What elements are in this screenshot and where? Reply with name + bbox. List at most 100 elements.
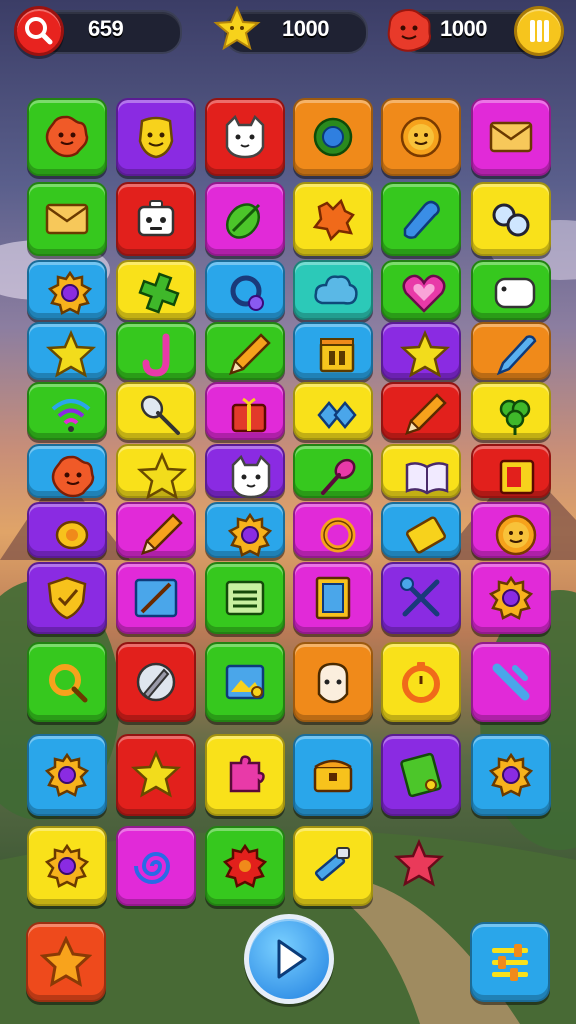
gear-icon (44, 752, 90, 797)
game-tile[interactable] (205, 734, 285, 816)
game-tile[interactable] (293, 444, 373, 498)
game-tile[interactable] (27, 734, 107, 816)
leaf-brush-icon (225, 203, 261, 239)
game-tile[interactable] (471, 444, 551, 498)
game-tile[interactable] (381, 642, 461, 722)
pen-nib-icon (136, 662, 176, 702)
game-tile[interactable] (293, 98, 373, 176)
game-tile[interactable] (471, 322, 551, 380)
game-tile[interactable] (27, 182, 107, 256)
card-icon (499, 459, 535, 495)
game-tile[interactable] (471, 98, 551, 176)
game-tile[interactable] (205, 444, 285, 499)
game-tile[interactable] (27, 382, 107, 440)
game-tile[interactable] (471, 734, 551, 816)
game-tile[interactable] (293, 260, 373, 320)
robot-face-icon (137, 200, 175, 237)
pink-star-icon (393, 838, 445, 887)
blue-wrench-icon (403, 200, 440, 239)
game-tile[interactable] (205, 260, 285, 320)
blue-gems-icon (317, 401, 357, 429)
note-icon (400, 752, 442, 798)
play-icon (277, 939, 307, 979)
gear-icon (44, 843, 90, 888)
game-tile[interactable] (293, 502, 373, 558)
game-tile[interactable] (116, 642, 196, 722)
magnifier-icon (230, 275, 264, 311)
star-booster-button[interactable] (26, 922, 106, 1002)
play-button[interactable] (244, 914, 334, 1004)
game-tile[interactable] (205, 382, 285, 440)
rings-icon (492, 203, 530, 237)
game-tile[interactable] (381, 322, 461, 380)
game-tile[interactable] (471, 502, 551, 558)
game-tile[interactable] (116, 98, 196, 176)
game-tile[interactable] (27, 98, 107, 176)
game-tile[interactable] (293, 562, 373, 634)
cloud-icon (314, 275, 358, 305)
game-tile[interactable] (205, 98, 285, 176)
game-tile[interactable] (205, 502, 285, 558)
game-tile[interactable] (116, 444, 196, 500)
game-tile[interactable] (293, 322, 373, 380)
game-tile[interactable] (27, 562, 107, 634)
gear-icon (227, 512, 273, 557)
game-tile[interactable] (293, 382, 373, 440)
search-count: 659 (88, 16, 124, 41)
shield-check-icon (47, 576, 87, 620)
game-tile[interactable] (205, 826, 285, 906)
game-tile[interactable] (116, 182, 196, 256)
game-tile[interactable] (471, 260, 551, 320)
ghost-face-icon (317, 662, 349, 704)
game-tile[interactable] (381, 382, 461, 440)
game-tile[interactable] (205, 562, 285, 634)
game-tile[interactable] (293, 734, 373, 816)
envelope-icon (489, 121, 533, 153)
game-tile[interactable] (116, 322, 196, 380)
game-tile[interactable] (27, 502, 107, 558)
game-tile[interactable] (27, 322, 107, 380)
chest-icon (313, 759, 353, 793)
gear-icon (488, 575, 534, 620)
game-tile[interactable] (116, 260, 196, 320)
game-tile[interactable] (293, 826, 373, 906)
sheep-icon (494, 277, 536, 309)
game-tile[interactable] (116, 826, 196, 906)
game-tile[interactable] (381, 734, 461, 816)
game-tile[interactable] (381, 98, 461, 176)
top-hud: 659 1000 1000 (0, 0, 576, 64)
settings-sliders-button[interactable] (470, 922, 550, 1002)
hammer-icon (314, 847, 350, 882)
pause-button[interactable] (514, 6, 564, 56)
game-tile[interactable] (381, 260, 461, 320)
game-tile[interactable] (471, 642, 551, 722)
game-tile[interactable] (381, 562, 461, 634)
flower-blob-icon (51, 455, 95, 498)
game-tile[interactable] (381, 502, 461, 558)
game-tile[interactable] (205, 322, 285, 380)
game-tile[interactable] (381, 444, 461, 498)
game-tile[interactable] (116, 382, 196, 440)
sun-face-icon (495, 514, 537, 556)
game-tile[interactable] (205, 642, 285, 722)
game-tile[interactable] (381, 826, 461, 906)
game-tile[interactable] (27, 826, 107, 906)
heart-icon (402, 274, 446, 313)
game-tile[interactable] (116, 734, 196, 816)
game-tile[interactable] (27, 642, 107, 722)
game-tile[interactable] (27, 444, 107, 498)
game-tile[interactable] (471, 562, 551, 634)
game-tile[interactable] (27, 260, 107, 320)
game-tile[interactable] (205, 182, 285, 256)
book-icon (405, 462, 449, 495)
game-tile[interactable] (293, 642, 373, 722)
search-button[interactable] (14, 6, 64, 56)
game-tile[interactable] (293, 182, 373, 256)
pause-icon (530, 20, 549, 42)
game-tile[interactable] (471, 182, 551, 256)
search-icon (49, 664, 88, 703)
game-tile[interactable] (116, 502, 196, 558)
game-tile[interactable] (116, 562, 196, 634)
game-tile[interactable] (381, 182, 461, 256)
game-tile[interactable] (471, 382, 551, 440)
